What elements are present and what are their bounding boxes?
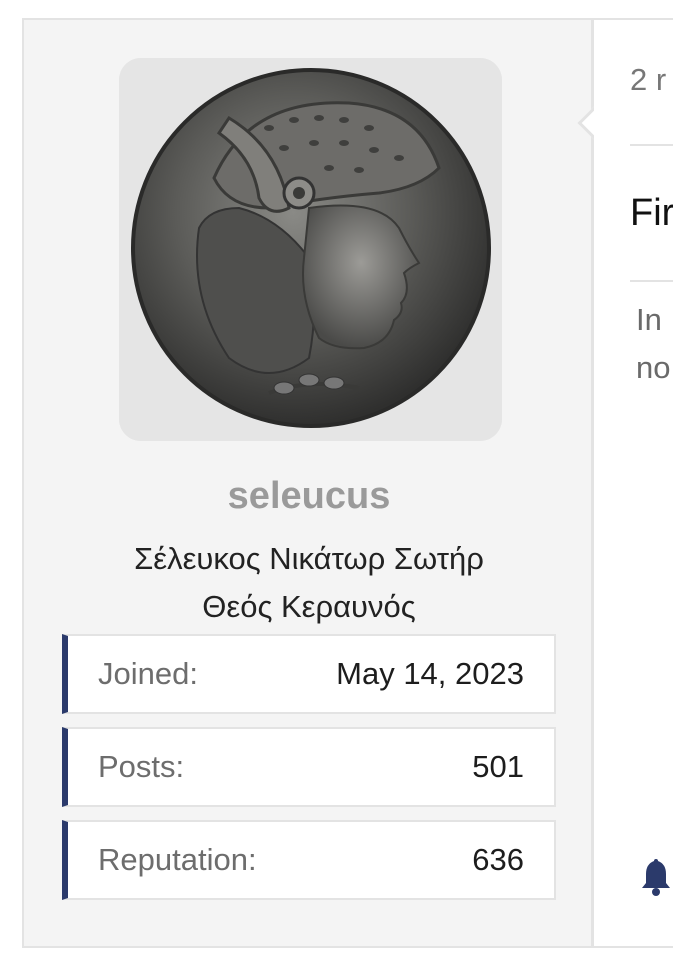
coin-image — [119, 58, 502, 441]
post-body: In no — [636, 296, 670, 392]
post-content: 2 r Fir In no — [594, 20, 673, 946]
member-title: Σέλευκος Νικάτωρ Σωτήρ Θεός Κεραυνός — [84, 535, 534, 631]
stat-label: Joined: — [98, 656, 198, 691]
stat-value: 501 — [472, 749, 524, 784]
avatar[interactable] — [119, 58, 502, 441]
divider — [630, 144, 673, 146]
stat-label: Reputation: — [98, 842, 257, 877]
post-body-line2: no — [636, 350, 671, 385]
stat-value: 636 — [472, 842, 524, 877]
stat-value: May 14, 2023 — [336, 656, 524, 691]
member-title-line2: Θεός Κεραυνός — [202, 589, 416, 624]
divider — [630, 280, 673, 282]
stat-posts: Posts: 501 — [62, 727, 556, 807]
author-panel: seleucus Σέλευκος Νικάτωρ Σωτήρ Θεός Κερ… — [24, 20, 594, 946]
stat-reputation: Reputation: 636 — [62, 820, 556, 900]
member-title-line1: Σέλευκος Νικάτωρ Σωτήρ — [134, 541, 484, 576]
forum-post: seleucus Σέλευκος Νικάτωρ Σωτήρ Θεός Κερ… — [22, 18, 673, 948]
username[interactable]: seleucus — [24, 475, 594, 518]
post-body-line1: In — [636, 302, 662, 337]
stat-label: Posts: — [98, 749, 185, 784]
post-timestamp[interactable]: 2 r — [630, 62, 666, 98]
stat-joined: Joined: May 14, 2023 — [62, 634, 556, 714]
post-heading: Fir — [630, 192, 673, 234]
bell-icon[interactable] — [638, 856, 673, 896]
